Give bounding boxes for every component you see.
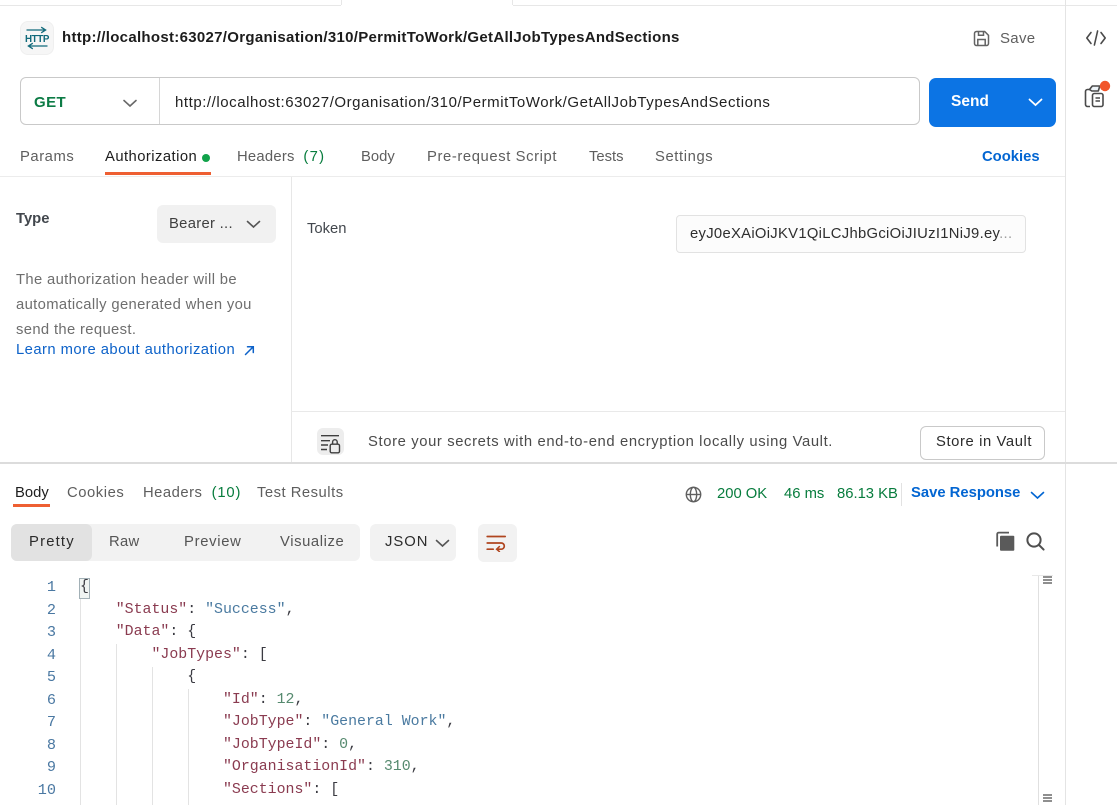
svg-text:HTTP: HTTP [25,34,50,45]
